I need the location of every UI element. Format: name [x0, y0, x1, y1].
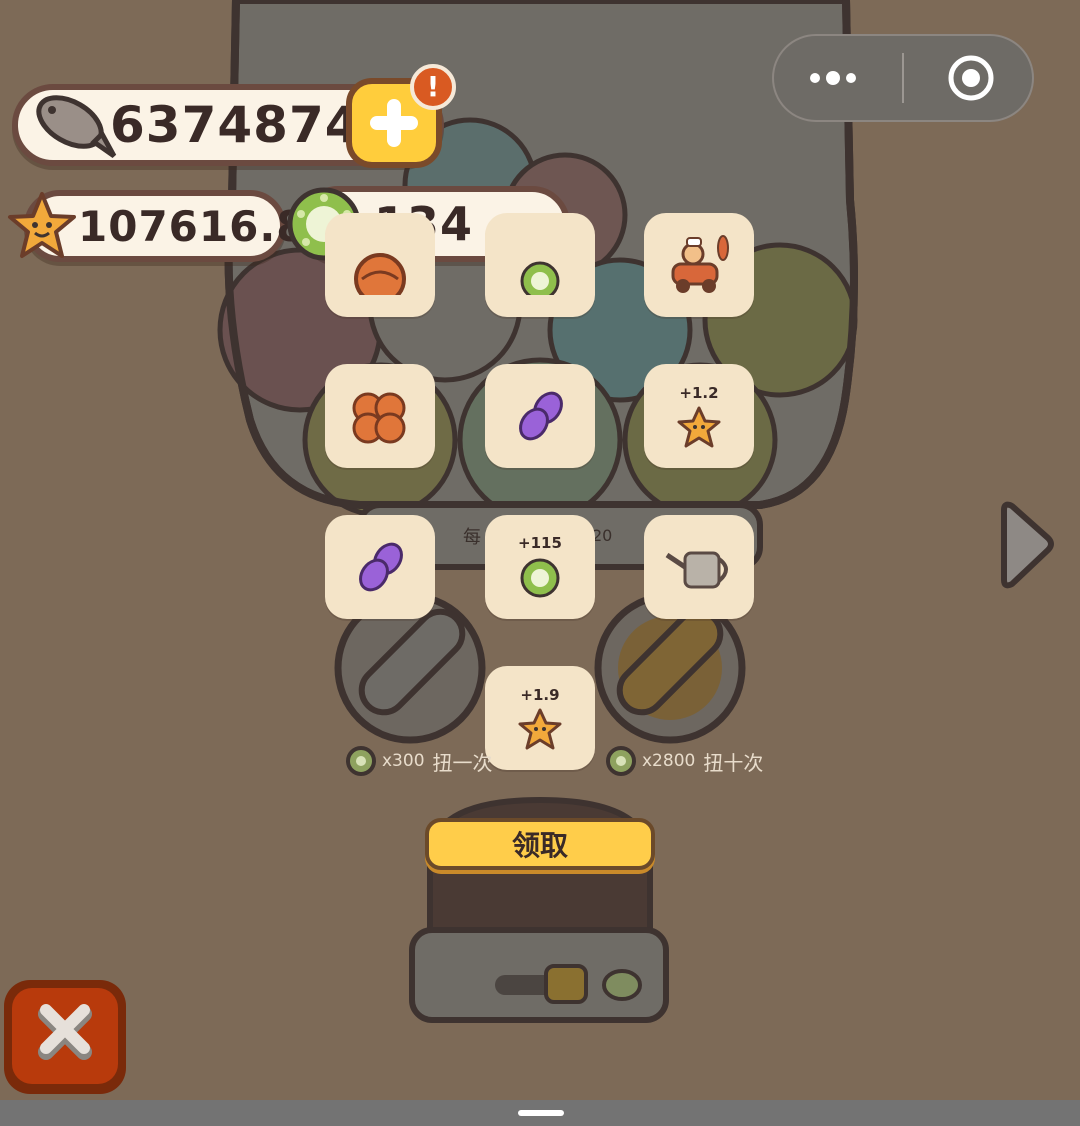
dog-car-icon	[671, 235, 729, 293]
alert-badge: !	[410, 64, 456, 110]
capsule-divider	[902, 53, 904, 103]
close-miniprogram-button[interactable]	[916, 48, 1026, 108]
coin-icon	[606, 746, 636, 776]
spin-once-cost: x300	[382, 751, 425, 771]
reward-tile-3	[644, 213, 754, 317]
reward-tile-8: +115	[485, 515, 595, 619]
counter-left-text: 每	[463, 527, 481, 548]
purple-fish-icon	[359, 542, 403, 592]
home-indicator[interactable]	[518, 1110, 564, 1116]
fish-count: 6374874	[110, 96, 361, 154]
green-coin-icon	[520, 261, 560, 295]
close-icon	[38, 1004, 92, 1060]
reward-amount: +1.9	[520, 686, 560, 704]
counter-right-text: 20	[592, 526, 613, 545]
reward-tile-2	[485, 213, 595, 317]
more-menu-button[interactable]	[780, 48, 890, 108]
spin-once-option[interactable]: x300 扭一次	[346, 746, 493, 776]
reward-amount: +1.2	[679, 384, 719, 402]
fish-icon	[36, 95, 117, 159]
spin-ten-cost: x2800	[642, 751, 696, 771]
spin-ten-label: 扭十次	[703, 750, 764, 775]
star-icon	[518, 708, 562, 750]
star-icon	[677, 406, 721, 448]
alert-icon: !	[426, 70, 440, 103]
claim-button[interactable]: 领取	[425, 818, 655, 870]
reward-tile-5	[485, 364, 595, 468]
reward-amount: +115	[518, 534, 562, 552]
miniprogram-capsule	[772, 34, 1034, 122]
coin-icon	[346, 746, 376, 776]
reward-tile-6: +1.2	[644, 364, 754, 468]
target-icon	[948, 55, 994, 101]
reward-tile-4	[325, 364, 435, 468]
claim-label: 领取	[511, 829, 568, 862]
purple-fish-icon	[519, 391, 563, 441]
green-coin-icon	[520, 558, 560, 598]
reward-tile-10: +1.9	[485, 666, 595, 770]
reward-tile-1	[325, 213, 435, 317]
orange-balls-icon	[352, 392, 406, 444]
spin-once-label: 扭一次	[432, 750, 493, 775]
bottom-system-bar	[0, 1100, 1080, 1126]
close-button[interactable]	[4, 980, 126, 1094]
reward-tile-7	[325, 515, 435, 619]
reward-tile-9	[644, 515, 754, 619]
star-icon	[8, 192, 76, 258]
watering-can-icon	[665, 551, 728, 589]
more-dots-icon	[810, 71, 856, 85]
spin-ten-option[interactable]: x2800 扭十次	[606, 746, 763, 776]
star-count: 107616.8	[78, 201, 307, 251]
next-arrow-button[interactable]	[996, 500, 1058, 592]
orange-ball-icon	[354, 253, 406, 295]
plus-icon-vertical	[387, 99, 401, 147]
